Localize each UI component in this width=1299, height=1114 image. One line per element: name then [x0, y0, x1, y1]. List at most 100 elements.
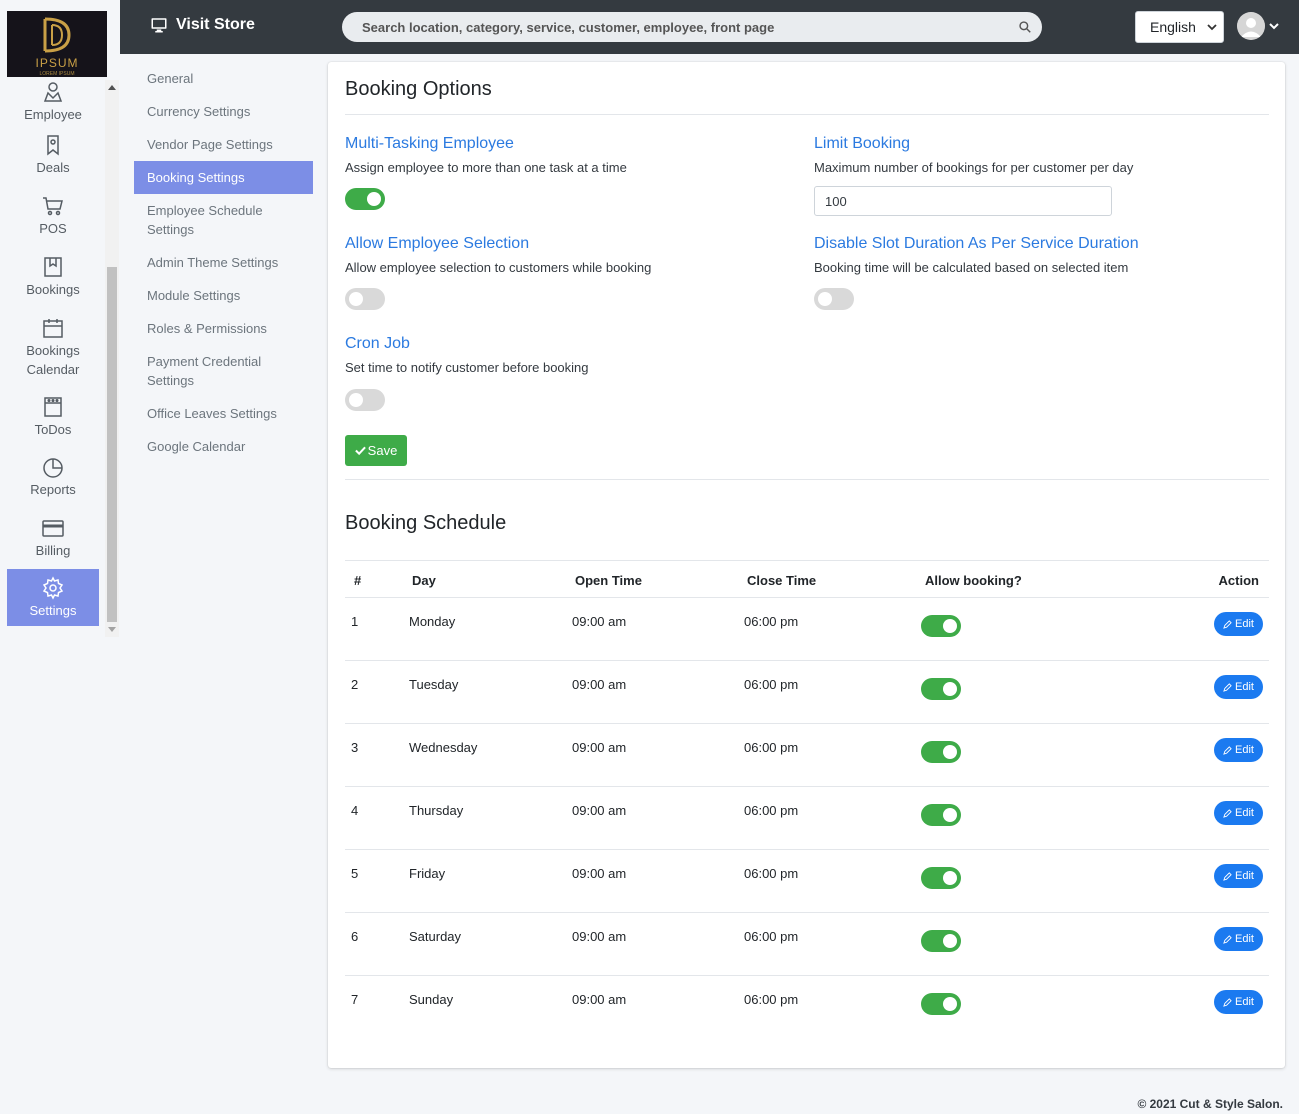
sidebar-item-label: Settings	[29, 602, 77, 618]
booking-schedule-table: # Day Open Time Close Time Allow booking…	[345, 560, 1269, 1039]
sidebar-item-employee[interactable]: Employee	[7, 77, 99, 125]
row-close-time: 06:00 pm	[744, 992, 799, 1007]
col-header-day: Day	[412, 573, 436, 588]
edit-label: Edit	[1235, 996, 1254, 1008]
cron-job-toggle[interactable]	[345, 389, 385, 411]
table-row: 3 Wednesday 09:00 am 06:00 pm Edit	[345, 724, 1269, 787]
sidebar-item-reports[interactable]: Reports	[7, 447, 99, 507]
scroll-up-icon[interactable]	[108, 85, 116, 90]
language-value: English	[1150, 19, 1196, 35]
brand-logo[interactable]: IPSUM LOREM IPSUM	[7, 11, 107, 77]
row-close-time: 06:00 pm	[744, 929, 799, 944]
visit-store-link[interactable]: Visit Store	[150, 16, 255, 34]
allow-booking-toggle[interactable]	[921, 804, 961, 826]
row-close-time: 06:00 pm	[744, 803, 799, 818]
multitask-title: Multi-Tasking Employee	[345, 135, 514, 152]
multitask-toggle[interactable]	[345, 188, 385, 210]
limit-booking-input[interactable]: 100	[814, 186, 1112, 216]
allow-selection-desc: Allow employee selection to customers wh…	[345, 260, 652, 275]
table-row: 1 Monday 09:00 am 06:00 pm Edit	[345, 598, 1269, 661]
edit-button[interactable]: Edit	[1214, 990, 1263, 1014]
submenu-booking-settings[interactable]: Booking Settings	[134, 161, 313, 194]
sidebar-item-bookings[interactable]: Bookings	[7, 246, 99, 307]
sidebar-item-billing[interactable]: Billing	[7, 507, 99, 569]
col-header-action: Action	[1218, 573, 1259, 588]
sidebar-item-label: Employee	[24, 107, 82, 122]
allow-booking-toggle[interactable]	[921, 741, 961, 763]
divider	[345, 479, 1269, 480]
user-avatar-icon	[1237, 12, 1265, 40]
cart-icon	[43, 196, 63, 215]
submenu-general[interactable]: General	[134, 62, 313, 95]
edit-button[interactable]: Edit	[1214, 675, 1263, 699]
edit-button[interactable]: Edit	[1214, 864, 1263, 888]
submenu-payment-credential-settings[interactable]: Payment Credential Settings	[134, 345, 313, 397]
row-day: Thursday	[409, 803, 464, 818]
employee-icon	[43, 82, 63, 102]
pencil-icon	[1223, 619, 1232, 629]
sidebar-item-deals[interactable]: Deals	[7, 125, 99, 185]
table-row: 7 Sunday 09:00 am 06:00 pm Edit	[345, 976, 1269, 1039]
footer-copyright: © 2021 Cut & Style Salon.	[1137, 1097, 1283, 1111]
sidebar-item-label: Billing	[35, 543, 71, 558]
cron-job-title: Cron Job	[345, 335, 410, 352]
row-day: Saturday	[409, 929, 462, 944]
calendar-icon	[43, 318, 63, 338]
sidebar-item-label: ToDos	[34, 422, 72, 437]
top-navbar: Visit Store English	[120, 0, 1299, 54]
submenu-roles-permissions[interactable]: Roles & Permissions	[134, 312, 313, 345]
row-num: 2	[351, 677, 359, 692]
row-open-time: 09:00 am	[572, 929, 627, 944]
search-input[interactable]	[342, 12, 1042, 42]
sidebar-scrollbar[interactable]	[105, 80, 119, 637]
submenu-employee-schedule-settings[interactable]: Employee Schedule Settings	[134, 194, 313, 246]
chevron-down-icon	[1207, 24, 1217, 31]
edit-button[interactable]: Edit	[1214, 801, 1263, 825]
allow-booking-toggle[interactable]	[921, 867, 961, 889]
scrollbar-thumb[interactable]	[107, 267, 117, 622]
allow-selection-title: Allow Employee Selection	[345, 235, 530, 252]
save-button[interactable]: Save	[345, 435, 407, 466]
chevron-down-icon[interactable]	[1268, 20, 1280, 32]
submenu-google-calendar[interactable]: Google Calendar	[134, 430, 313, 463]
sidebar-item-bookings-calendar[interactable]: Bookings Calendar	[7, 307, 99, 387]
bookings-icon	[44, 256, 62, 277]
avatar[interactable]	[1237, 12, 1265, 40]
pencil-icon	[1223, 745, 1232, 755]
allow-booking-toggle[interactable]	[921, 930, 961, 952]
sidebar-item-label: Bookings Calendar	[26, 342, 80, 377]
gear-icon	[42, 575, 64, 600]
visit-store-label: Visit Store	[176, 16, 255, 33]
allow-booking-toggle[interactable]	[921, 678, 961, 700]
search-icon[interactable]	[1018, 20, 1032, 34]
row-close-time: 06:00 pm	[744, 677, 799, 692]
limit-booking-title: Limit Booking	[814, 135, 911, 152]
submenu-admin-theme-settings[interactable]: Admin Theme Settings	[134, 246, 313, 279]
edit-button[interactable]: Edit	[1214, 738, 1263, 762]
submenu-office-leaves-settings[interactable]: Office Leaves Settings	[134, 397, 313, 430]
submenu-vendor-page-settings[interactable]: Vendor Page Settings	[134, 128, 313, 161]
allow-booking-toggle[interactable]	[921, 615, 961, 637]
submenu-module-settings[interactable]: Module Settings	[134, 279, 313, 312]
sidebar-item-settings[interactable]: Settings	[7, 569, 99, 626]
submenu-currency-settings[interactable]: Currency Settings	[134, 95, 313, 128]
edit-button[interactable]: Edit	[1214, 927, 1263, 951]
edit-button[interactable]: Edit	[1214, 612, 1263, 636]
language-select[interactable]: English	[1135, 11, 1224, 43]
save-label: Save	[367, 443, 398, 458]
allow-selection-toggle[interactable]	[345, 288, 385, 310]
scroll-down-icon[interactable]	[108, 627, 116, 632]
col-header-num: #	[354, 573, 362, 588]
sidebar-item-todos[interactable]: ToDos	[7, 387, 99, 447]
pencil-icon	[1223, 808, 1232, 818]
edit-label: Edit	[1235, 870, 1254, 882]
disable-slot-toggle[interactable]	[814, 288, 854, 310]
allow-booking-toggle[interactable]	[921, 993, 961, 1015]
sidebar-item-pos[interactable]: POS	[7, 185, 99, 246]
edit-label: Edit	[1235, 807, 1254, 819]
row-open-time: 09:00 am	[572, 992, 627, 1007]
table-row: 4 Thursday 09:00 am 06:00 pm Edit	[345, 787, 1269, 850]
table-row: 2 Tuesday 09:00 am 06:00 pm Edit	[345, 661, 1269, 724]
row-open-time: 09:00 am	[572, 614, 627, 629]
row-day: Tuesday	[409, 677, 459, 692]
